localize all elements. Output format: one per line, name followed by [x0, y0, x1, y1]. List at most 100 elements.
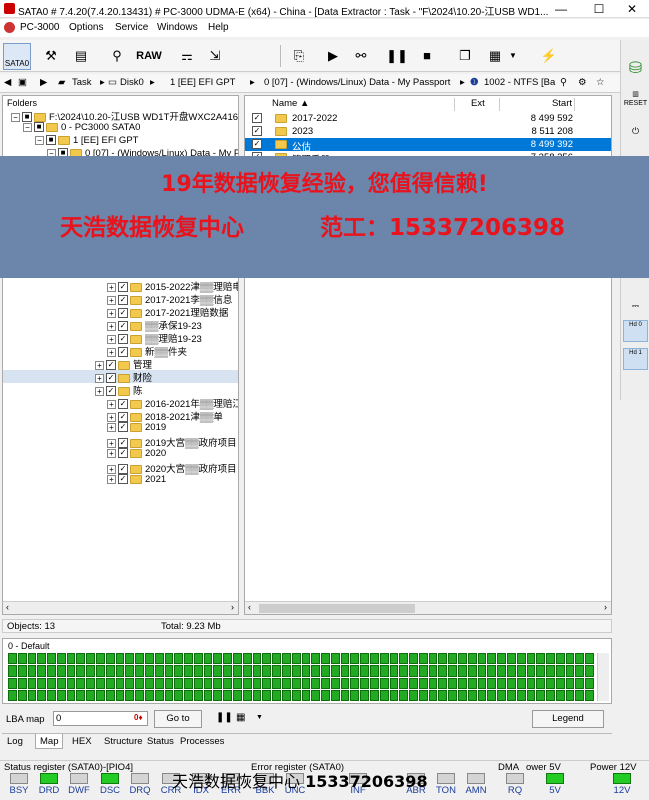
tab-map[interactable]: Map [35, 734, 64, 749]
map-block[interactable] [281, 653, 291, 665]
map-block[interactable] [438, 677, 448, 689]
map-block[interactable] [516, 665, 526, 677]
menu-service[interactable]: Service [115, 22, 148, 33]
checkbox[interactable]: ✓ [118, 308, 128, 319]
map-block[interactable] [125, 665, 135, 677]
map-block[interactable] [86, 689, 96, 701]
map-block[interactable] [379, 677, 389, 689]
map-block[interactable] [409, 653, 418, 665]
map-block[interactable] [213, 653, 223, 665]
map-block[interactable] [56, 677, 66, 689]
map-block[interactable] [555, 653, 565, 665]
map-block[interactable] [301, 677, 311, 689]
tree-node[interactable]: + ✓ 2018-2021津▒▒单 [3, 409, 238, 423]
map-block[interactable] [389, 689, 399, 701]
map-block[interactable] [233, 665, 242, 677]
map-block[interactable] [115, 665, 125, 677]
tree-node[interactable]: − ■ 0 - PC3000 SATA0 [23, 122, 140, 135]
map-block[interactable] [262, 689, 272, 701]
checkbox[interactable]: ✓ [118, 295, 128, 306]
map-block[interactable] [379, 665, 389, 677]
minimize-button[interactable]: — [544, 0, 578, 18]
map-block[interactable] [399, 653, 409, 665]
collapse-icon[interactable]: − [11, 112, 20, 122]
expand-icon[interactable]: + [107, 334, 116, 344]
map-block[interactable] [418, 665, 428, 677]
map-block[interactable] [477, 689, 487, 701]
map-block[interactable] [281, 689, 291, 701]
map-block[interactable] [115, 653, 125, 665]
map-block[interactable] [184, 653, 193, 665]
checkbox[interactable]: ✓ [118, 334, 128, 345]
scroll-left-icon[interactable]: ‹ [6, 602, 9, 612]
map-block[interactable] [125, 653, 135, 665]
reset-button[interactable]: ▥ RESET [623, 90, 648, 112]
map-block[interactable] [311, 665, 321, 677]
map-block[interactable] [242, 689, 252, 701]
map-block[interactable] [438, 665, 448, 677]
map-block[interactable] [546, 653, 555, 665]
close-button[interactable]: ✕ [615, 0, 649, 18]
back-icon[interactable]: ◀ [4, 77, 11, 88]
tree-node[interactable]: − ■ 1 [EE] EFI GPT [35, 135, 138, 148]
scroll-left-icon[interactable]: ‹ [248, 602, 251, 612]
tree-node[interactable]: + ✓ ▒▒理赔19-23 [3, 331, 238, 345]
map-block[interactable] [291, 689, 301, 701]
expand-icon[interactable]: + [107, 321, 116, 331]
map-block[interactable] [438, 689, 448, 701]
expand-icon[interactable]: + [95, 373, 104, 383]
map-block[interactable] [458, 677, 467, 689]
map-block[interactable] [76, 665, 86, 677]
map-block[interactable] [291, 653, 301, 665]
map-view-icon[interactable]: ▦ [236, 712, 245, 723]
map-block[interactable] [174, 677, 184, 689]
clear-icon[interactable]: 0♦ [134, 713, 143, 722]
copy-icon[interactable]: ❐ [452, 44, 478, 68]
pause-icon[interactable]: ❚❚ [216, 712, 233, 723]
map-block[interactable] [27, 665, 37, 677]
map-block[interactable] [360, 665, 369, 677]
file-horizontal-scrollbar[interactable]: ‹ › [245, 601, 611, 614]
play-icon[interactable]: ▶ [320, 44, 346, 68]
breadcrumb-task[interactable]: Task [72, 77, 92, 88]
map-block[interactable] [27, 653, 37, 665]
map-block[interactable] [291, 665, 301, 677]
map-block[interactable] [213, 665, 223, 677]
map-block[interactable] [203, 665, 213, 677]
map-block[interactable] [467, 653, 477, 665]
drive-icon[interactable]: ▣ [18, 77, 27, 88]
map-block[interactable] [448, 677, 458, 689]
map-block[interactable] [37, 677, 47, 689]
map-block[interactable] [536, 677, 546, 689]
map-block[interactable] [125, 677, 135, 689]
map-block[interactable] [135, 677, 144, 689]
drive-info-icon[interactable]: ▤ [68, 44, 94, 68]
map-block[interactable] [272, 665, 281, 677]
map-block[interactable] [555, 677, 565, 689]
map-block[interactable] [301, 689, 311, 701]
map-block[interactable] [555, 665, 565, 677]
map-block[interactable] [321, 677, 330, 689]
map-block[interactable] [516, 653, 526, 665]
tree-node[interactable]: + ✓ 2016-2021年▒▒理赔江 [3, 396, 238, 410]
map-block[interactable] [418, 677, 428, 689]
map-block[interactable] [428, 665, 438, 677]
map-block[interactable] [369, 689, 379, 701]
map-block[interactable] [203, 689, 213, 701]
map-block[interactable] [56, 689, 66, 701]
collapse-icon[interactable]: − [35, 135, 44, 145]
map-block[interactable] [340, 677, 350, 689]
map-block[interactable] [281, 665, 291, 677]
map-block[interactable] [184, 677, 193, 689]
map-block[interactable] [536, 653, 546, 665]
checkbox[interactable]: ✓ [106, 386, 116, 397]
map-block[interactable] [369, 665, 379, 677]
breadcrumb-disk[interactable]: Disk0 [120, 77, 144, 88]
checkbox[interactable]: ✓ [252, 139, 262, 149]
expand-icon[interactable]: + [107, 464, 116, 474]
map-block[interactable] [458, 665, 467, 677]
map-block[interactable] [105, 689, 115, 701]
star-icon[interactable]: ☆ [596, 77, 605, 88]
map-block[interactable] [154, 653, 164, 665]
map-block[interactable] [330, 677, 340, 689]
